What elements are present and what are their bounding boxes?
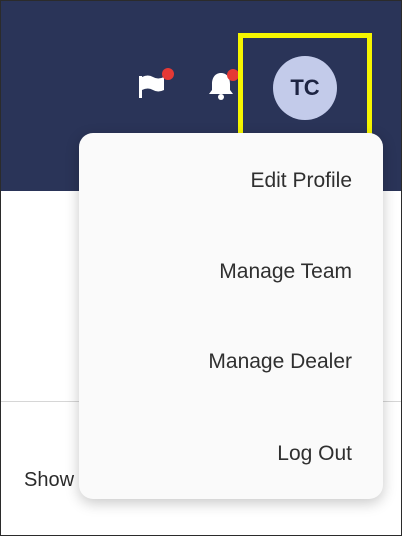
menu-item-log-out[interactable]: Log Out: [277, 442, 352, 466]
app-frame: TC Show Edit Profile Manage Team Manage …: [0, 0, 402, 536]
flag-button[interactable]: [134, 65, 174, 105]
flag-notification-dot: [162, 68, 174, 80]
show-label: Show: [24, 469, 75, 491]
user-avatar[interactable]: TC: [273, 56, 337, 120]
bell-button[interactable]: [201, 65, 241, 105]
avatar-initials: TC: [290, 75, 320, 100]
profile-dropdown-menu: Edit Profile Manage Team Manage Dealer L…: [79, 133, 383, 499]
menu-item-manage-team[interactable]: Manage Team: [219, 260, 352, 284]
bell-notification-dot: [227, 69, 239, 81]
menu-item-manage-dealer[interactable]: Manage Dealer: [208, 350, 352, 374]
menu-item-edit-profile[interactable]: Edit Profile: [250, 169, 352, 193]
